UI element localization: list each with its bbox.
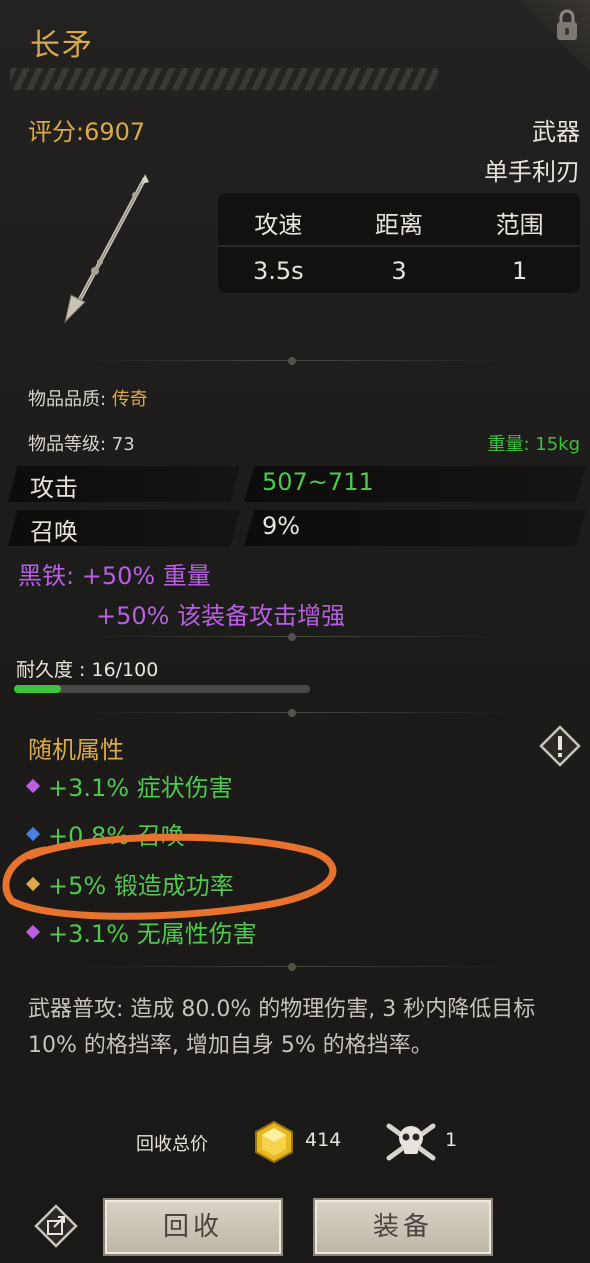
attribute-name: 召唤 xyxy=(30,518,78,546)
share-icon[interactable] xyxy=(34,1204,78,1248)
hand-drawn-annotation-circle xyxy=(2,833,337,920)
skull-crossbones-icon xyxy=(386,1123,436,1161)
item-tooltip-panel: 长矛 评分:6907 武器 单手利刃 攻速 距离 范围 3.5s 3 1 物品品… xyxy=(0,0,590,1263)
stat-header-attack-speed: 攻速 xyxy=(254,211,303,239)
item-subcategory: 单手利刃 xyxy=(484,158,580,186)
durability-bar xyxy=(14,685,310,693)
spear-icon xyxy=(64,174,149,324)
recycle-total-label: 回收总价 xyxy=(136,1134,208,1155)
title-stripe-decoration xyxy=(10,68,438,90)
section-divider xyxy=(0,706,590,720)
weapon-skill-description: 武器普攻: 造成 80.0% 的物理伤害, 3 秒内降低目标 10% 的格挡率,… xyxy=(28,997,536,1058)
attribute-row-attack: 攻击 507~711 xyxy=(8,466,586,502)
material-line-2: +50% 该装备攻击增强 xyxy=(96,602,346,630)
random-attribute-text: +3.1% 症状伤害 xyxy=(48,774,233,802)
recycle-skull-value: 1 xyxy=(445,1129,458,1151)
recycle-button[interactable]: 回收 xyxy=(103,1198,283,1256)
attribute-value: 507~711 xyxy=(262,468,374,496)
quality-label: 物品品质: xyxy=(28,389,107,410)
attribute-row-summon: 召唤 9% xyxy=(8,510,586,546)
gem-icon xyxy=(25,924,41,940)
gold-gem-icon xyxy=(255,1120,293,1164)
stat-header-range: 距离 xyxy=(375,211,423,239)
quality-value: 传奇 xyxy=(111,389,148,410)
random-attribute-item: +3.1% 症状伤害 xyxy=(25,768,233,803)
random-attributes-title: 随机属性 xyxy=(28,736,124,764)
item-score: 评分:6907 xyxy=(28,118,146,146)
material-line-1: 黑铁: +50% 重量 xyxy=(18,562,211,590)
lock-icon[interactable] xyxy=(554,8,580,42)
attribute-value: 9% xyxy=(262,512,301,540)
section-divider xyxy=(0,354,590,368)
item-category: 武器 xyxy=(532,118,580,146)
item-level: 物品等级: 73 xyxy=(28,434,135,455)
section-divider xyxy=(0,630,590,644)
gem-icon xyxy=(25,778,41,794)
recycle-gold-value: 414 xyxy=(305,1129,342,1151)
durability-label: 耐久度 : 16/100 xyxy=(16,659,159,681)
equip-button[interactable]: 装备 xyxy=(313,1198,493,1256)
stat-table-separator xyxy=(218,245,580,247)
stat-table-header: 攻速 距离 范围 xyxy=(218,203,580,247)
quality-row: 物品品质: 传奇 xyxy=(28,385,148,411)
section-divider xyxy=(0,960,590,974)
stat-value-area: 1 xyxy=(512,257,528,285)
weapon-stat-table: 攻速 距离 范围 3.5s 3 1 xyxy=(218,193,580,293)
item-name: 长矛 xyxy=(30,28,94,63)
item-weight: 重量: 15kg xyxy=(487,434,580,455)
stat-value-range: 3 xyxy=(391,257,407,285)
stat-table-values: 3.5s 3 1 xyxy=(218,249,580,293)
stat-header-area: 范围 xyxy=(495,211,544,239)
stat-value-attack-speed: 3.5s xyxy=(253,257,304,285)
durability-bar-fill xyxy=(14,685,62,693)
warning-icon[interactable] xyxy=(538,724,582,768)
attribute-name: 攻击 xyxy=(30,474,78,502)
